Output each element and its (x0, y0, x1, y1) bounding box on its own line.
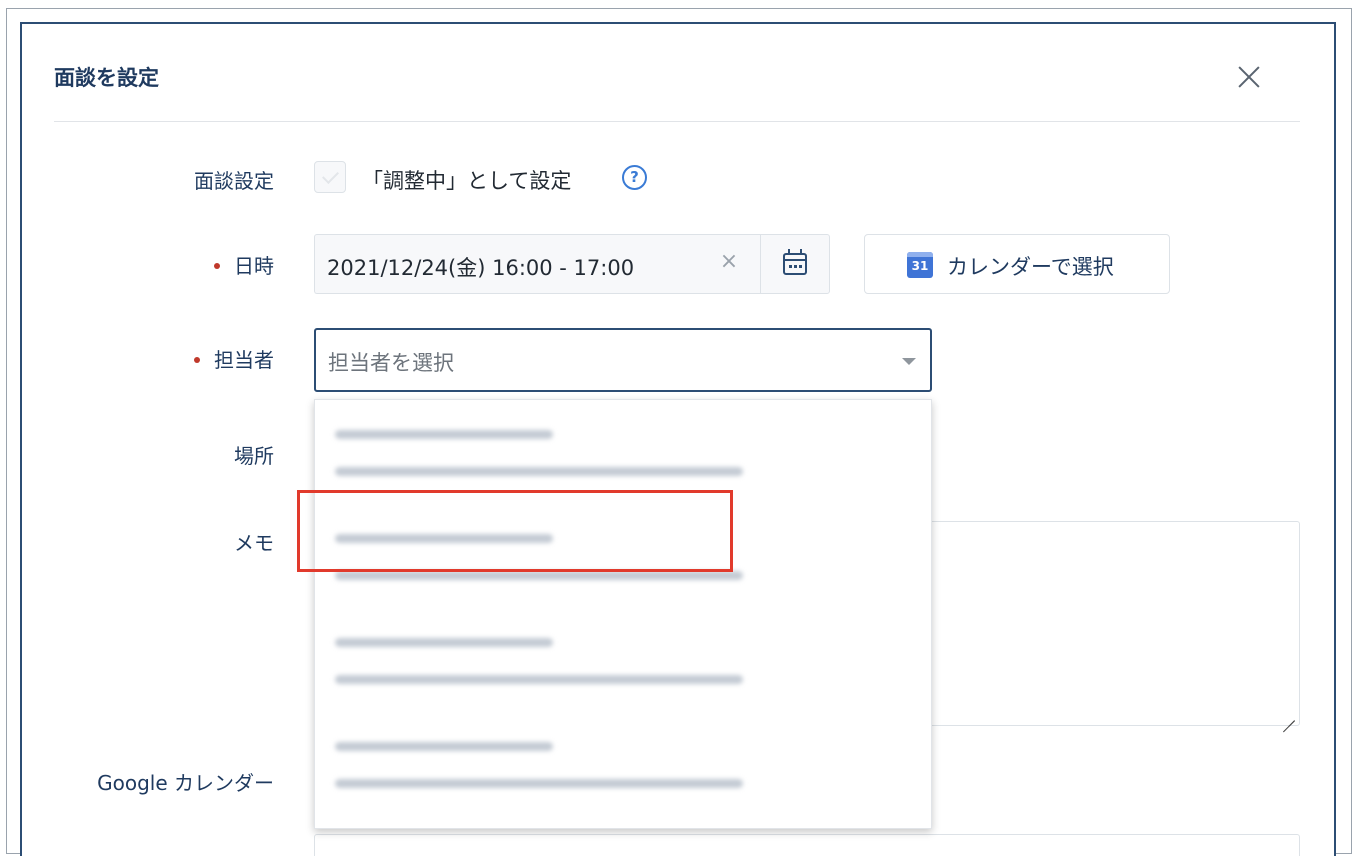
pending-checkbox[interactable] (314, 161, 346, 193)
assignee-option[interactable] (315, 504, 933, 608)
blurred-detail (335, 675, 743, 684)
select-from-calendar-button[interactable]: 31 カレンダーで選択 (864, 234, 1170, 294)
assignee-dropdown-list (314, 399, 932, 829)
assignee-label: 担当者 (194, 344, 274, 373)
google-calendar-icon: 31 (907, 252, 933, 278)
blurred-name (335, 742, 553, 751)
pending-checkbox-label[interactable]: 「調整中」として設定 (362, 165, 571, 195)
calendar-picker-button[interactable] (760, 234, 830, 294)
google-calendar-label: Google カレンダー (97, 771, 274, 795)
datetime-label: 日時 (214, 250, 274, 279)
clear-icon[interactable]: × (717, 249, 741, 274)
assignee-option[interactable] (315, 400, 933, 504)
location-label: 場所 (234, 444, 274, 468)
blurred-name (335, 534, 553, 543)
blurred-detail (335, 571, 743, 580)
required-dot (194, 356, 200, 363)
close-icon[interactable] (1232, 60, 1266, 94)
assignee-option[interactable] (315, 608, 933, 712)
help-icon[interactable]: ? (622, 165, 647, 190)
assignee-select[interactable]: 担当者を選択 (314, 328, 932, 392)
header-divider (54, 121, 1300, 122)
google-calendar-input[interactable] (314, 834, 1300, 856)
assignee-option[interactable] (315, 712, 933, 816)
datetime-input[interactable]: 2021/12/24(金) 16:00 - 17:00 × (314, 234, 760, 294)
blurred-detail (335, 779, 743, 788)
blurred-detail (335, 467, 743, 476)
assignee-placeholder: 担当者を選択 (328, 351, 454, 375)
modal-title: 面談を設定 (54, 66, 159, 90)
memo-label: メモ (234, 531, 274, 555)
interview-setting-modal: 面談を設定 面談設定 「調整中」として設定 ? 日時 2021/12/24(金)… (20, 22, 1336, 856)
blurred-name (335, 638, 553, 647)
calendar-icon (783, 249, 807, 275)
blurred-name (335, 430, 553, 439)
select-from-calendar-label: カレンダーで選択 (947, 255, 1114, 279)
interview-setting-label: 面談設定 (194, 169, 274, 193)
required-dot (214, 262, 220, 269)
datetime-value: 2021/12/24(金) 16:00 - 17:00 (327, 256, 635, 280)
resize-handle-icon[interactable] (1281, 707, 1295, 721)
chevron-down-icon (902, 358, 916, 365)
